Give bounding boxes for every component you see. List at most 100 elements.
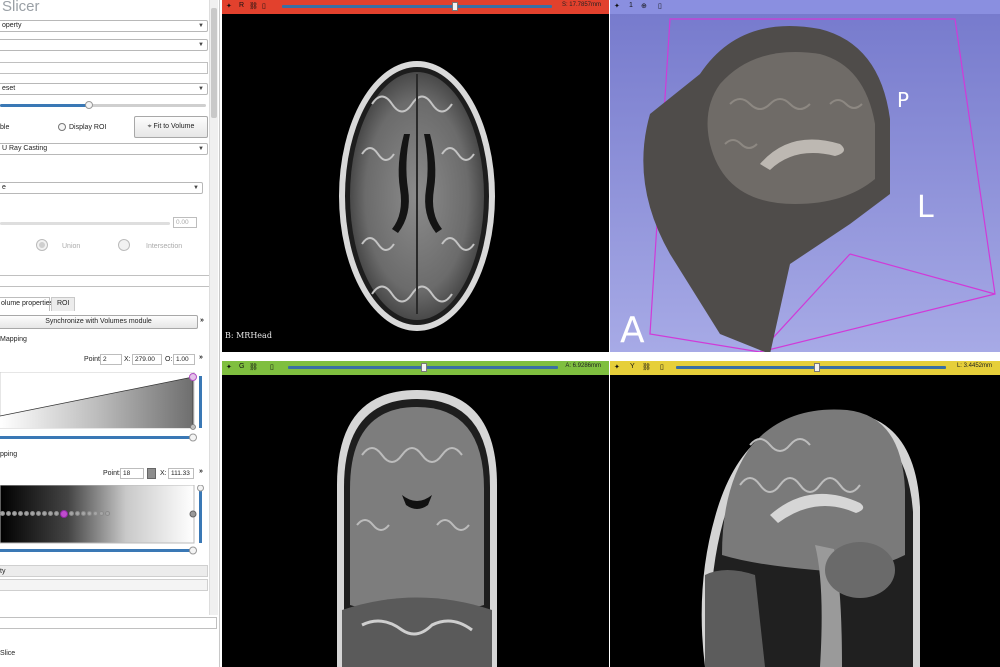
red-view-controller: ✦ R ⛓ ▯ S: 17.7857mm xyxy=(222,0,609,14)
color-control-point[interactable] xyxy=(18,511,23,516)
pin-icon[interactable]: ✦ xyxy=(226,2,232,10)
section-header[interactable] xyxy=(0,579,208,591)
property-combo-text: operty xyxy=(2,22,22,29)
preset-shift-slider[interactable] xyxy=(0,101,206,109)
advanced-section-header[interactable]: ty xyxy=(0,565,208,577)
bottom-field[interactable] xyxy=(0,617,217,629)
opacity-point-spinbox[interactable]: 2 xyxy=(100,354,122,365)
radio-dot-icon xyxy=(39,242,45,248)
coronal-brain-image xyxy=(337,390,497,667)
union-radio[interactable] xyxy=(36,239,48,251)
green-view-letter: G xyxy=(239,363,245,370)
tab-roi[interactable]: ROI xyxy=(51,297,75,311)
panel-scrollbar-thumb[interactable] xyxy=(211,8,217,118)
green-slice-offset-readout: A: 6.9286mm xyxy=(565,363,601,369)
color-control-point[interactable] xyxy=(12,511,17,516)
three-d-viewport[interactable]: P L A xyxy=(610,14,1000,352)
preset-shift-handle[interactable] xyxy=(85,101,93,109)
color-control-point[interactable] xyxy=(87,511,92,516)
green-slice-view[interactable]: ✦ G ⛓ ▯ A: 6.9286mm xyxy=(222,361,609,667)
preset-shift-fill xyxy=(0,104,88,107)
color-x-spinbox[interactable]: 111.33 xyxy=(168,468,194,479)
expand-arrow-icon[interactable]: » xyxy=(200,317,204,324)
panel-scrollbar[interactable] xyxy=(209,0,218,615)
color-control-point[interactable] xyxy=(54,511,59,516)
red-slice-offset-knob[interactable] xyxy=(452,2,458,11)
color-control-point[interactable] xyxy=(24,511,29,516)
color-control-point[interactable] xyxy=(69,511,74,516)
yellow-slice-offset-knob[interactable] xyxy=(814,363,820,372)
opacity-point-selected xyxy=(189,373,197,381)
color-control-point[interactable] xyxy=(93,511,98,516)
center-view-icon[interactable]: ⊕ xyxy=(641,2,647,10)
pin-icon[interactable]: ✦ xyxy=(614,363,620,371)
yellow-slice-view[interactable]: ✦ Y ⛓ ▯ L: 3.4452mm xyxy=(610,361,1000,667)
eye-icon[interactable]: ▯ xyxy=(262,2,266,10)
pin-icon[interactable]: ✦ xyxy=(614,2,620,10)
eye-icon[interactable]: ▯ xyxy=(660,363,664,371)
link-icon[interactable]: ⛓ xyxy=(642,363,651,371)
display-checkbox-label[interactable]: ble xyxy=(0,124,9,131)
opacity-transfer-function[interactable] xyxy=(0,372,206,442)
fit-to-volume-button[interactable]: ⌖ Fit to Volume xyxy=(134,116,208,138)
crop-value-spinbox[interactable]: 0.00 xyxy=(173,217,197,228)
expand-arrow-icon[interactable]: » xyxy=(199,468,203,475)
eye-icon[interactable]: ▯ xyxy=(658,2,662,10)
color-control-point[interactable] xyxy=(105,511,110,516)
three-d-view-controller: ✦ 1 ⊕ ▯ xyxy=(610,0,1000,14)
expand-arrow-icon[interactable]: » xyxy=(199,354,203,361)
pin-icon[interactable]: ✦ xyxy=(226,363,232,371)
color-control-point[interactable] xyxy=(81,511,86,516)
tab-volume-properties-label: olume properties xyxy=(1,300,54,307)
color-control-point[interactable] xyxy=(0,511,5,516)
roi-name-field[interactable] xyxy=(0,275,210,287)
color-transfer-function[interactable] xyxy=(0,485,206,560)
three-d-view[interactable]: ✦ 1 ⊕ ▯ P L A xyxy=(610,0,1000,352)
red-viewport[interactable]: B: MRHead xyxy=(222,14,609,352)
green-viewport[interactable] xyxy=(222,375,609,667)
color-x-label: X: xyxy=(160,470,167,477)
synchronize-button[interactable]: Synchronize with Volumes module xyxy=(0,315,198,329)
color-control-point[interactable] xyxy=(75,511,80,516)
color-control-point[interactable] xyxy=(42,511,47,516)
color-control-points[interactable] xyxy=(0,510,110,518)
chevron-down-icon: ▼ xyxy=(198,23,204,29)
name-field[interactable] xyxy=(0,62,208,74)
color-control-point[interactable] xyxy=(48,511,53,516)
rendering-method-combo[interactable]: U Ray Casting ▼ xyxy=(0,143,208,155)
opacity-o-spinbox[interactable]: 1.00 xyxy=(173,354,195,365)
yellow-slice-offset-readout: L: 3.4452mm xyxy=(956,363,992,369)
link-icon[interactable]: ⛓ xyxy=(249,363,258,371)
red-slice-view[interactable]: ✦ R ⛓ ▯ S: 17.7857mm B: MRHead xyxy=(222,0,609,352)
color-control-point[interactable] xyxy=(6,511,11,516)
color-control-point[interactable] xyxy=(30,511,35,516)
chevron-down-icon: ▼ xyxy=(198,146,204,152)
property-combo[interactable]: operty ▼ xyxy=(0,20,208,32)
sagittal-brain-image xyxy=(701,409,920,667)
color-swatch[interactable] xyxy=(147,468,156,479)
synchronize-button-label: Synchronize with Volumes module xyxy=(45,318,152,325)
yellow-slice-offset-slider[interactable] xyxy=(676,363,946,372)
intersection-radio[interactable] xyxy=(118,239,130,251)
link-icon[interactable]: ⛓ xyxy=(249,2,258,10)
green-slice-offset-knob[interactable] xyxy=(421,363,427,372)
roi-node-combo[interactable]: e ▼ xyxy=(0,182,203,194)
rendering-method-text: U Ray Casting xyxy=(2,145,48,152)
yellow-viewport[interactable] xyxy=(610,375,1000,667)
color-point-spinbox[interactable]: 18 xyxy=(120,468,144,479)
color-control-point[interactable] xyxy=(99,511,104,516)
green-slice-offset-slider[interactable] xyxy=(288,363,558,372)
green-view-controller: ✦ G ⛓ ▯ A: 6.9286mm xyxy=(222,361,609,375)
color-control-point[interactable] xyxy=(36,511,41,516)
display-roi-checkbox[interactable] xyxy=(58,123,66,131)
volume-combo[interactable]: ▼ xyxy=(0,39,208,51)
color-control-point[interactable] xyxy=(60,510,68,518)
crop-slider[interactable] xyxy=(0,222,170,225)
rendered-cortex xyxy=(707,52,875,204)
opacity-x-spinbox[interactable]: 279.00 xyxy=(132,354,162,365)
eye-icon[interactable]: ▯ xyxy=(270,363,274,371)
preset-combo[interactable]: eset ▼ xyxy=(0,83,208,95)
sagittal-face xyxy=(705,570,765,667)
tab-volume-properties[interactable]: olume properties xyxy=(0,297,54,311)
red-slice-offset-slider[interactable] xyxy=(282,2,552,11)
